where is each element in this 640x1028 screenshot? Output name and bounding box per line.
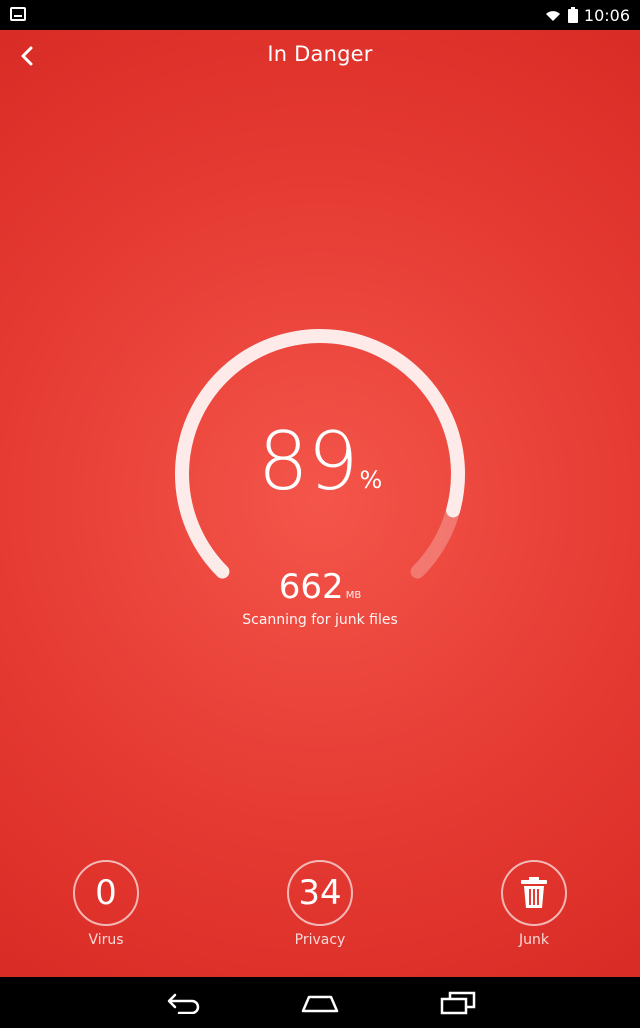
stat-junk[interactable]: Junk xyxy=(474,860,594,948)
wifi-icon xyxy=(545,11,560,21)
recents-icon xyxy=(440,991,476,1015)
back-icon xyxy=(167,993,200,1014)
navigation-bar xyxy=(0,977,640,1028)
size-unit: MB xyxy=(345,590,362,601)
virus-count-badge: 0 xyxy=(73,860,139,926)
stat-virus[interactable]: 0 Virus xyxy=(46,860,166,948)
nav-home-button[interactable] xyxy=(294,987,346,1019)
scan-status-text: Scanning for junk files xyxy=(242,612,398,628)
home-icon xyxy=(301,995,339,1013)
junk-badge xyxy=(501,860,567,926)
stat-privacy[interactable]: 34 Privacy xyxy=(260,860,380,948)
status-icons: 10:06 xyxy=(544,5,630,25)
nav-recents-button[interactable] xyxy=(432,987,484,1019)
battery-icon xyxy=(567,7,578,23)
virus-label: Virus xyxy=(88,932,124,948)
percent-unit: % xyxy=(359,466,383,494)
junk-size: 662 MB xyxy=(168,570,472,604)
app-header: In Danger xyxy=(0,30,640,82)
status-time: 10:06 xyxy=(583,5,630,25)
nav-back-button[interactable] xyxy=(158,987,210,1019)
privacy-count-badge: 34 xyxy=(287,860,353,926)
privacy-label: Privacy xyxy=(294,932,346,948)
app-content: In Danger 89 % 662 MB Scanning for junk … xyxy=(0,30,640,977)
page-title: In Danger xyxy=(267,42,373,66)
phone-screen: 10:06 In Danger 89 % 662 MB Scanning for… xyxy=(0,0,640,1028)
status-bar: 10:06 xyxy=(0,0,640,30)
junk-label: Junk xyxy=(519,932,549,948)
trash-icon xyxy=(521,877,547,908)
scan-gauge: 89 % 662 MB Scanning for junk files xyxy=(168,322,472,628)
percent-value: 89 xyxy=(257,415,359,508)
image-icon xyxy=(10,7,26,21)
size-value: 662 xyxy=(278,567,344,607)
scan-percent: 89 % xyxy=(168,422,472,502)
